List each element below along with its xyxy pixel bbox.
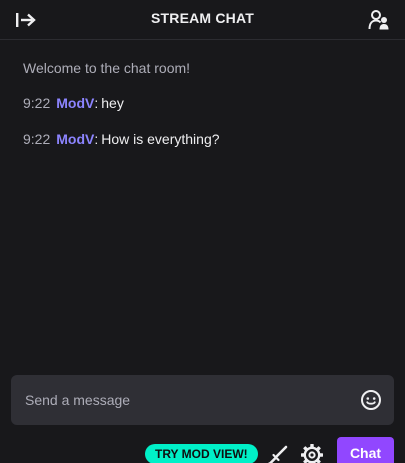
- message-timestamp: 9:22: [23, 95, 51, 111]
- welcome-message: Welcome to the chat room!: [23, 60, 191, 76]
- message-separator: :: [94, 95, 99, 111]
- chat-message: 9:22 ModV: hey: [23, 95, 124, 111]
- chat-message-input[interactable]: [11, 375, 351, 425]
- mod-view-button[interactable]: [266, 444, 290, 463]
- chat-message: 9:22 ModV: How is everything?: [23, 131, 220, 147]
- try-mod-view-badge[interactable]: TRY MOD VIEW!: [145, 444, 258, 463]
- message-username[interactable]: ModV: [56, 95, 94, 111]
- message-username[interactable]: ModV: [56, 131, 94, 147]
- chat-header: STREAM CHAT: [0, 0, 405, 40]
- chat-footer: TRY MOD VIEW! Chat: [0, 434, 405, 463]
- chat-input-container: [11, 375, 394, 425]
- sword-icon: [268, 445, 288, 463]
- send-chat-button[interactable]: Chat: [337, 437, 394, 463]
- message-text: How is everything?: [101, 131, 220, 147]
- message-timestamp: 9:22: [23, 131, 51, 147]
- message-text: hey: [101, 95, 124, 111]
- chat-title: STREAM CHAT: [150, 10, 255, 26]
- community-users-icon: [368, 10, 389, 30]
- community-button[interactable]: [365, 7, 393, 33]
- smiley-emote-icon: [361, 390, 381, 410]
- emote-picker-button[interactable]: [360, 389, 382, 411]
- chat-settings-button[interactable]: [300, 443, 326, 463]
- message-separator: :: [94, 131, 99, 147]
- gear-icon: [301, 444, 323, 463]
